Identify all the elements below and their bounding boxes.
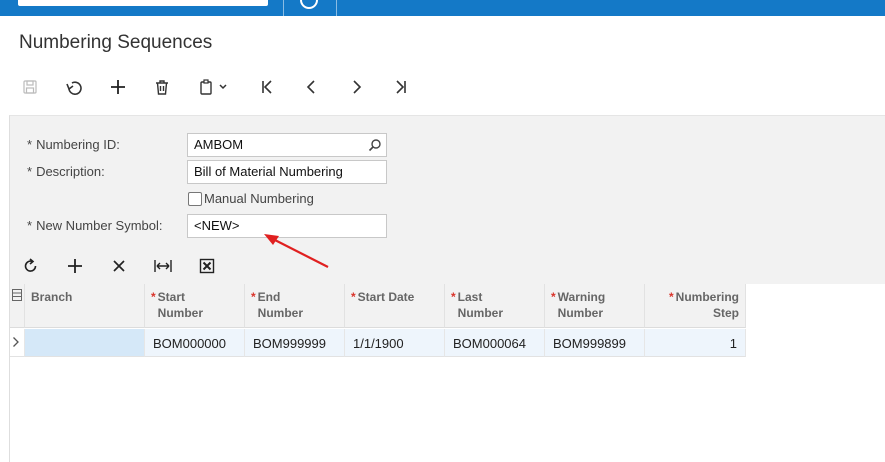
previous-record-icon xyxy=(306,80,315,94)
manual-numbering-checkbox[interactable] xyxy=(188,192,202,206)
fit-columns-icon xyxy=(154,260,172,272)
save-icon xyxy=(23,80,37,94)
search-icon[interactable] xyxy=(368,138,382,152)
cell-end-number[interactable]: BOM999999 xyxy=(245,329,345,357)
column-header-last-number[interactable]: * Last Number xyxy=(445,284,545,328)
delete-row-icon xyxy=(113,260,125,272)
topbar-divider xyxy=(336,0,337,16)
row-selector-header[interactable] xyxy=(10,284,25,328)
numbering-id-field[interactable]: AMBOM xyxy=(187,133,387,157)
save-button[interactable] xyxy=(15,73,45,101)
page-title: Numbering Sequences xyxy=(19,32,213,53)
export-excel-button[interactable] xyxy=(192,254,222,278)
undo-icon xyxy=(66,81,82,95)
help-icon[interactable] xyxy=(300,0,318,9)
previous-record-button[interactable] xyxy=(297,73,327,101)
row-selector[interactable] xyxy=(10,329,25,357)
column-header-warning-number[interactable]: * Warning Number xyxy=(545,284,645,328)
new-number-symbol-field[interactable]: <NEW> xyxy=(187,214,387,238)
last-record-button[interactable] xyxy=(385,73,415,101)
copy-paste-icon xyxy=(200,79,227,95)
delete-row-button[interactable] xyxy=(104,254,134,278)
delete-button[interactable] xyxy=(147,73,177,101)
refresh-button[interactable] xyxy=(16,254,46,278)
add-row-button[interactable] xyxy=(60,254,90,278)
top-bar xyxy=(0,0,885,16)
cell-branch[interactable] xyxy=(25,329,145,357)
new-number-symbol-label: * New Number Symbol: xyxy=(27,218,163,233)
column-header-end-number[interactable]: * End Number xyxy=(245,284,345,328)
add-button[interactable] xyxy=(103,73,133,101)
global-search-input[interactable] xyxy=(18,0,268,6)
topbar-divider xyxy=(283,0,284,16)
description-value: Bill of Material Numbering xyxy=(194,164,343,179)
column-header-start-date[interactable]: * Start Date xyxy=(345,284,445,328)
column-header-numbering-step[interactable]: * Numbering Step xyxy=(645,284,746,328)
next-record-icon xyxy=(353,80,362,94)
next-record-button[interactable] xyxy=(341,73,371,101)
copy-paste-dropdown-button[interactable] xyxy=(191,73,235,101)
new-number-symbol-value: <NEW> xyxy=(194,218,240,233)
refresh-icon xyxy=(24,258,37,272)
numbering-id-label: * Numbering ID: xyxy=(27,137,120,152)
column-header-start-number[interactable]: * Start Number xyxy=(145,284,245,328)
delete-icon xyxy=(156,80,168,95)
cell-start-date[interactable]: 1/1/1900 xyxy=(345,329,445,357)
description-label: * Description: xyxy=(27,164,105,179)
numbering-id-value: AMBOM xyxy=(194,137,244,152)
undo-button[interactable] xyxy=(59,73,89,101)
fit-columns-button[interactable] xyxy=(148,254,178,278)
manual-numbering-label: Manual Numbering xyxy=(204,191,314,206)
cell-last-number[interactable]: BOM000064 xyxy=(445,329,545,357)
export-excel-icon xyxy=(199,258,215,274)
cell-warning-number[interactable]: BOM999899 xyxy=(545,329,645,357)
column-header-branch[interactable]: Branch xyxy=(25,284,145,328)
first-record-icon xyxy=(262,80,272,94)
cell-start-number[interactable]: BOM000000 xyxy=(145,329,245,357)
add-row-icon xyxy=(68,259,82,273)
description-field[interactable]: Bill of Material Numbering xyxy=(187,160,387,184)
cell-numbering-step[interactable]: 1 xyxy=(645,329,746,357)
last-record-icon xyxy=(396,80,406,94)
add-icon xyxy=(111,80,125,94)
grid-settings-icon xyxy=(12,289,22,301)
numbering-sequences-grid: Branch * Start Number * End Number * Start … xyxy=(9,284,885,462)
chevron-right-icon xyxy=(13,337,19,347)
first-record-button[interactable] xyxy=(253,73,283,101)
